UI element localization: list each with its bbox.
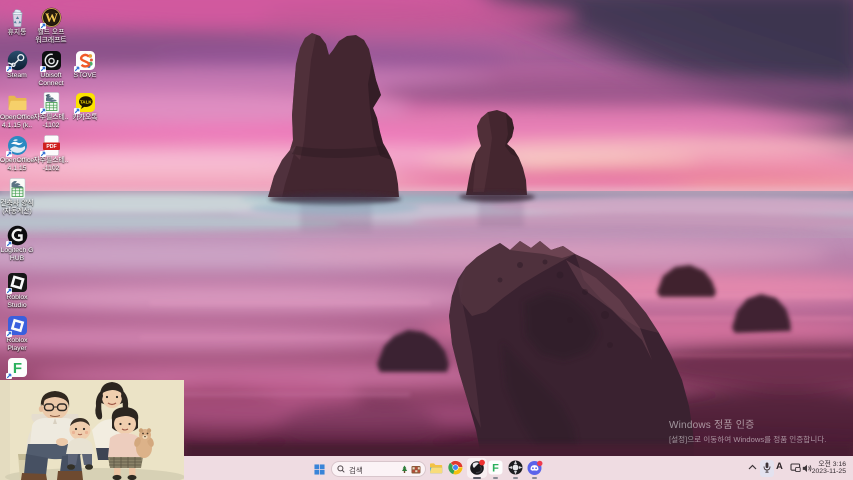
- svg-text:F: F: [12, 360, 21, 377]
- svg-text:W: W: [45, 10, 58, 25]
- svg-text:TALK: TALK: [79, 99, 92, 104]
- svg-text:PDF: PDF: [46, 144, 56, 150]
